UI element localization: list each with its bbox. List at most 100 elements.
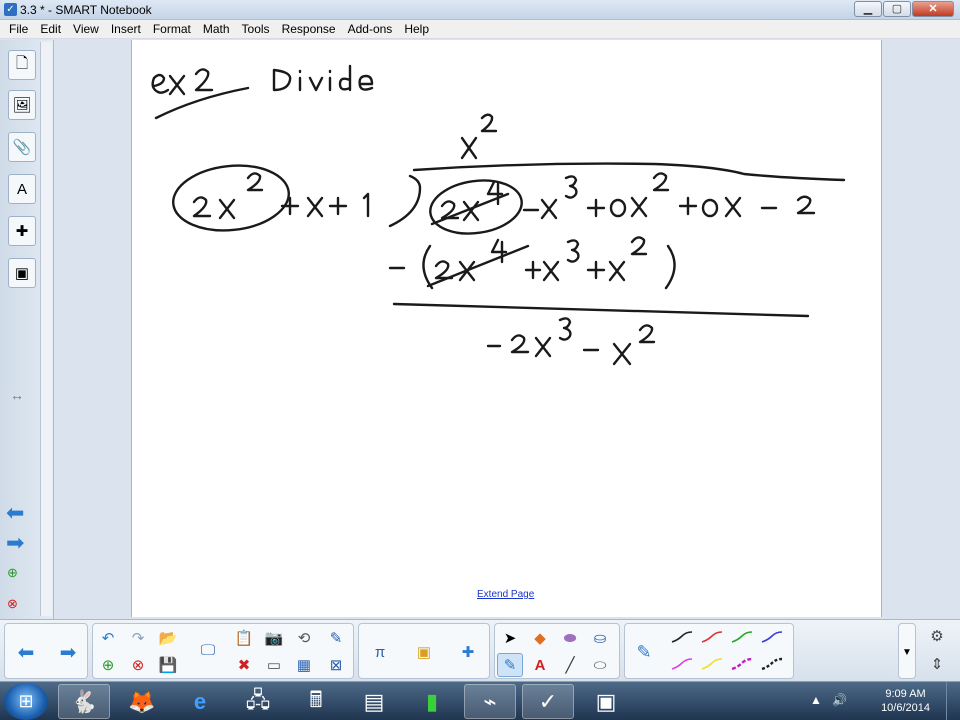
add-ons-icon[interactable]: ✚: [8, 216, 36, 246]
menu-response[interactable]: Response: [276, 22, 342, 36]
bottom-toolbar: ⬅ ➡ ↶ ↷ 📂 ⊕ ⊗ 💾 🖵 📋 ✖ 📷 ▭ ⟲ ▦ ✎ ⊠ π ▣ ✚ …: [0, 619, 960, 681]
ink-divide-d: [338, 64, 352, 92]
delete-icon[interactable]: ✖: [231, 653, 257, 677]
forward-arrow-icon[interactable]: ➡: [55, 640, 81, 664]
ink-sub-2: [434, 260, 454, 280]
taskbar-document-camera-icon[interactable]: ▤: [348, 684, 400, 719]
pen-yellow[interactable]: [699, 653, 725, 677]
menu-add-ons[interactable]: Add-ons: [342, 22, 399, 36]
tray-expand-icon[interactable]: ▲: [810, 693, 822, 707]
delete-page-icon[interactable]: ⊗: [125, 653, 151, 677]
menu-file[interactable]: File: [3, 22, 34, 36]
attachments-icon[interactable]: 📎: [8, 132, 36, 162]
start-button[interactable]: ⊞: [4, 683, 48, 720]
chevron-down-icon[interactable]: ▼: [895, 640, 919, 664]
redo-icon[interactable]: ↷: [125, 626, 151, 650]
whiteboard-canvas[interactable]: Extend Page: [131, 40, 882, 617]
resize-handle-icon[interactable]: ↔: [10, 387, 24, 403]
taskbar-usb-icon[interactable]: ⌁: [464, 684, 516, 719]
menu-format[interactable]: Format: [147, 22, 197, 36]
menu-tools[interactable]: Tools: [236, 22, 276, 36]
ink-close-paren: [664, 244, 676, 290]
show-desktop-button[interactable]: [946, 682, 960, 720]
text-icon[interactable]: A: [527, 653, 553, 677]
paste-icon[interactable]: 📋: [231, 626, 257, 650]
menu-edit[interactable]: Edit: [34, 22, 67, 36]
next-page-icon[interactable]: ➡: [6, 532, 24, 554]
response-icon[interactable]: ▣: [8, 258, 36, 288]
pen-blue[interactable]: [759, 626, 785, 650]
magic-pen-icon[interactable]: ✎: [323, 626, 349, 650]
open-file-icon[interactable]: 📂: [155, 626, 181, 650]
extend-page-link[interactable]: Extend Page: [477, 589, 534, 600]
maximize-button[interactable]: ▢: [883, 1, 911, 17]
add-page-icon[interactable]: ⊕: [95, 653, 121, 677]
delete-page-icon[interactable]: ⊗: [7, 596, 18, 612]
clock[interactable]: 9:09 AM 10/6/2014: [881, 687, 930, 715]
screen-capture-icon[interactable]: 📷: [261, 626, 287, 650]
taskbar-calculator-icon[interactable]: 🖩: [290, 684, 342, 719]
pen-red[interactable]: [699, 626, 725, 650]
previous-page-icon[interactable]: ⬅: [6, 502, 24, 524]
addons-group: π ▣ ✚: [358, 623, 490, 679]
save-icon[interactable]: 💾: [155, 653, 181, 677]
pen-properties-icon[interactable]: ✎: [631, 640, 657, 664]
taskbar-firefox-icon[interactable]: 🦊: [116, 684, 168, 719]
pen-purple-dashed[interactable]: [729, 653, 755, 677]
ink-result-exp2: [638, 324, 656, 344]
creative-pen-icon[interactable]: ⬭: [587, 653, 613, 677]
volume-icon[interactable]: 🔊: [832, 693, 847, 707]
table-icon[interactable]: ▦: [291, 653, 317, 677]
pen-magenta[interactable]: [669, 653, 695, 677]
pen-black-thin[interactable]: [669, 626, 695, 650]
close-doc-icon[interactable]: ⊠: [323, 653, 349, 677]
ink-quotient-x: [460, 136, 478, 160]
toolbar-settings-icon[interactable]: ⚙: [924, 624, 950, 648]
taskbar-meter-icon[interactable]: ▮: [406, 684, 458, 719]
screen-shade-icon[interactable]: 🖵: [195, 638, 221, 662]
ink-ex-x: [168, 74, 186, 96]
select-icon[interactable]: ➤: [497, 626, 523, 650]
minimize-button[interactable]: ▁: [854, 1, 882, 17]
lines-icon[interactable]: ╱: [557, 653, 583, 677]
undo-icon[interactable]: ↶: [95, 626, 121, 650]
ink-result-bar: [392, 302, 810, 318]
menu-insert[interactable]: Insert: [105, 22, 147, 36]
pens-icon[interactable]: ✎: [497, 653, 523, 677]
menu-view[interactable]: View: [67, 22, 105, 36]
add-page-icon[interactable]: ⊕: [7, 565, 18, 581]
back-arrow-icon[interactable]: ⬅: [13, 640, 39, 664]
ink-result-exp3: [558, 317, 572, 341]
fill-bucket-icon[interactable]: ⛀: [587, 626, 613, 650]
ink-ex-e: [151, 73, 170, 94]
toolbar-dropdown[interactable]: ▼: [898, 623, 916, 679]
sidebar-scrollbar[interactable]: [40, 42, 52, 616]
shapes-icon[interactable]: ◆: [527, 626, 553, 650]
gallery-icon[interactable]: 🖼: [8, 90, 36, 120]
menu-math[interactable]: Math: [197, 22, 236, 36]
math-icon[interactable]: π: [367, 640, 393, 664]
pen-green[interactable]: [729, 626, 755, 650]
taskbar-app-rabbit-icon[interactable]: 🐇: [58, 684, 110, 719]
page-sorter-icon[interactable]: 🗋: [8, 50, 36, 80]
clock-time: 9:09 AM: [885, 688, 926, 700]
pen-black-dashed[interactable]: [759, 653, 785, 677]
add-ons-icon[interactable]: ✚: [455, 640, 481, 664]
taskbar-network-icon[interactable]: 🖧: [232, 684, 284, 719]
eraser-icon[interactable]: ⬬: [557, 626, 583, 650]
ink-sub-strike: [426, 244, 530, 288]
rotate-icon[interactable]: ⟲: [291, 626, 317, 650]
menu-help[interactable]: Help: [398, 22, 435, 36]
ink-result-x2: [612, 342, 632, 366]
properties-icon[interactable]: A: [8, 174, 36, 204]
response-icon[interactable]: ▣: [411, 640, 437, 664]
taskbar-smart-notebook-icon[interactable]: ✓: [522, 684, 574, 719]
ink-ex-2: [194, 68, 214, 92]
close-button[interactable]: ✕: [912, 1, 954, 17]
fill-icon[interactable]: ▭: [261, 653, 287, 677]
taskbar-ie-icon[interactable]: e: [174, 684, 226, 719]
toolbar-move-icon[interactable]: ⇕: [924, 652, 950, 676]
ink-quotient-2: [480, 113, 498, 133]
taskbar-presentation-icon[interactable]: ▣: [580, 684, 632, 719]
ink-dividend-x1: [724, 196, 742, 218]
